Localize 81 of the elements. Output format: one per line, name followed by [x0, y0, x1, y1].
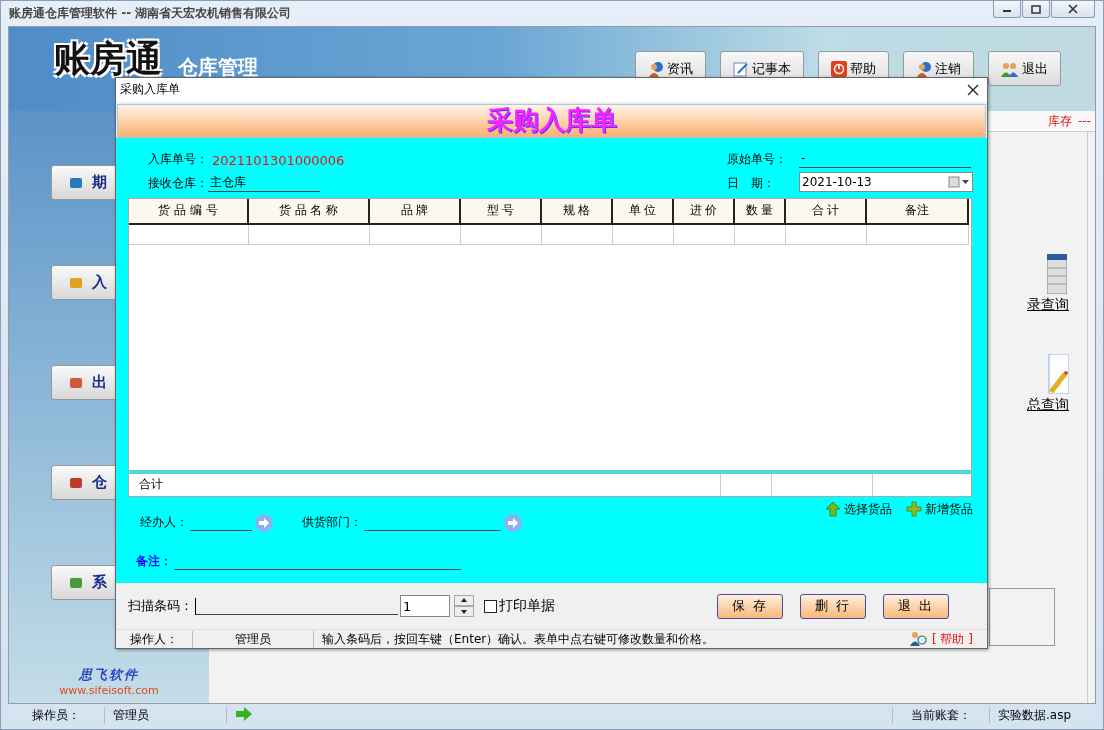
status-value: 管理员	[193, 630, 314, 648]
close-icon	[967, 83, 979, 96]
warehouse-field[interactable]: 主仓库	[208, 173, 320, 192]
status-label: 操作人：	[116, 630, 193, 648]
quantity-field[interactable]: 1	[400, 595, 450, 617]
calendar-dropdown-icon	[948, 175, 970, 188]
status-value: 管理员	[105, 706, 227, 724]
column-header: 型 号	[461, 198, 542, 225]
checkbox-label: 打印单据	[499, 597, 555, 615]
maximize-button[interactable]	[1022, 1, 1050, 18]
field-label: 备注：	[136, 552, 172, 570]
column-header: 货 品 编 号	[129, 198, 249, 225]
action-link[interactable]: 选择货品	[813, 500, 892, 518]
arrow-icon	[235, 705, 253, 722]
plus-icon	[906, 501, 922, 518]
dialog-title: 采购入库单	[120, 81, 180, 99]
close-button[interactable]	[1051, 1, 1095, 18]
column-header: 进 价	[674, 198, 735, 225]
panel-frame	[989, 588, 1055, 646]
stock-value: ---	[1078, 114, 1091, 128]
field-label: 入库单号：	[148, 150, 208, 168]
action-link[interactable]: 新增货品	[894, 500, 973, 518]
stock-label: 库存	[1048, 112, 1072, 130]
field-label: 原始单号：	[727, 150, 788, 168]
table-cell[interactable]	[370, 224, 461, 245]
pencil-icon	[1047, 354, 1069, 394]
date-field[interactable]: 2021-10-13	[799, 171, 973, 192]
user-icon	[916, 60, 932, 77]
column-header: 合 计	[786, 198, 867, 225]
brand-url: www.sifeisoft.com	[59, 684, 159, 697]
field-label: 扫描条码：	[128, 597, 193, 615]
field-label: 供货部门：	[302, 514, 362, 532]
receipt-number: 2021101301000006	[212, 152, 345, 168]
close-icon	[1068, 4, 1078, 14]
brand-name: 思飞软件	[79, 666, 139, 684]
table-cell[interactable]	[461, 224, 542, 245]
query-link[interactable]: 总查询	[1027, 396, 1069, 414]
toolbar-button[interactable]: 退出	[988, 51, 1061, 86]
form-heading: 采购入库单	[486, 104, 617, 138]
logo-subtitle: 仓库管理	[178, 57, 258, 77]
table-cell[interactable]	[613, 224, 674, 245]
arrow-up-icon	[825, 501, 841, 518]
users-icon	[1001, 60, 1019, 77]
field-label: 经办人：	[140, 514, 188, 532]
original-number-field[interactable]: -	[799, 150, 971, 168]
status-value: 实验数据.asp	[997, 706, 1073, 724]
column-header: 品 牌	[370, 198, 461, 225]
maximize-icon	[1031, 4, 1041, 14]
spin-arrows-icon	[454, 595, 474, 617]
field-label: 接收仓库：	[148, 174, 208, 192]
status-hint: 输入条码后，按回车键（Enter）确认。表单中点右键可修改数量和价格。	[321, 630, 716, 648]
form-button[interactable]: 退 出	[883, 593, 949, 619]
spinner-control[interactable]	[454, 595, 474, 617]
table-cell[interactable]	[542, 224, 613, 245]
window-title: 账房通仓库管理软件 -- 湖南省天宏农机销售有限公司	[9, 5, 292, 22]
column-header: 单 位	[613, 198, 674, 225]
status-label: 当前账套：	[892, 706, 990, 724]
print-checkbox[interactable]	[484, 599, 497, 613]
table-icon	[1047, 254, 1067, 294]
user-search-icon	[910, 631, 928, 647]
status-label: 操作员：	[8, 706, 105, 724]
barcode-field[interactable]	[195, 597, 398, 615]
table-cell[interactable]	[674, 224, 735, 245]
table-cell[interactable]	[867, 224, 969, 245]
field-label: 日 期：	[727, 174, 776, 192]
table-cell[interactable]	[129, 224, 249, 245]
table-cell[interactable]	[249, 224, 370, 245]
form-button[interactable]: 保 存	[717, 593, 783, 619]
column-header: 规 格	[542, 198, 613, 225]
column-header: 备注	[867, 198, 969, 225]
logo-text: 账房通	[54, 41, 162, 77]
total-label: 合计	[138, 476, 164, 494]
column-header: 数 量	[735, 198, 786, 225]
column-header: 货 品 名 称	[249, 198, 370, 225]
table-cell[interactable]	[786, 224, 867, 245]
table-cell[interactable]	[735, 224, 786, 245]
minimize-button[interactable]	[993, 1, 1021, 18]
form-button[interactable]: 删 行	[800, 593, 866, 619]
user-icon	[648, 60, 664, 77]
help-link[interactable]: [ 帮助 ]	[932, 630, 973, 648]
query-link[interactable]: 录查询	[1027, 296, 1069, 314]
